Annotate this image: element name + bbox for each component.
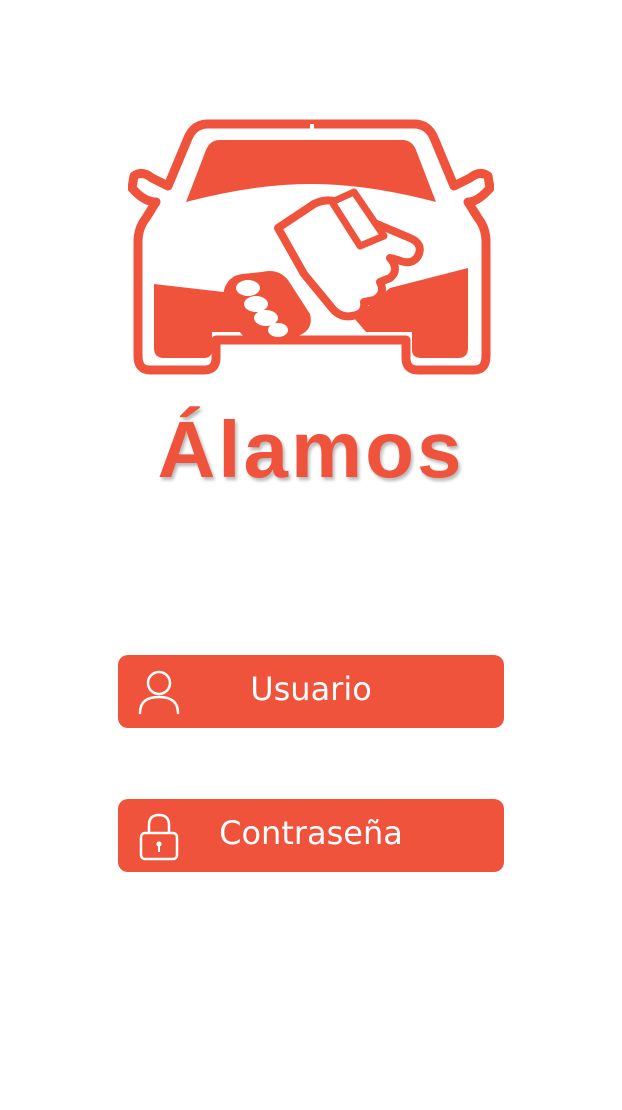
- login-screen: Álamos Usuario Contraseña: [0, 0, 622, 1110]
- username-label: Usuario: [250, 670, 372, 708]
- car-handshake-logo-icon: [128, 119, 494, 375]
- brand-name: Álamos: [157, 405, 465, 494]
- password-label: Contraseña: [219, 814, 403, 852]
- username-field[interactable]: Usuario: [118, 655, 504, 728]
- password-field[interactable]: Contraseña: [118, 799, 504, 872]
